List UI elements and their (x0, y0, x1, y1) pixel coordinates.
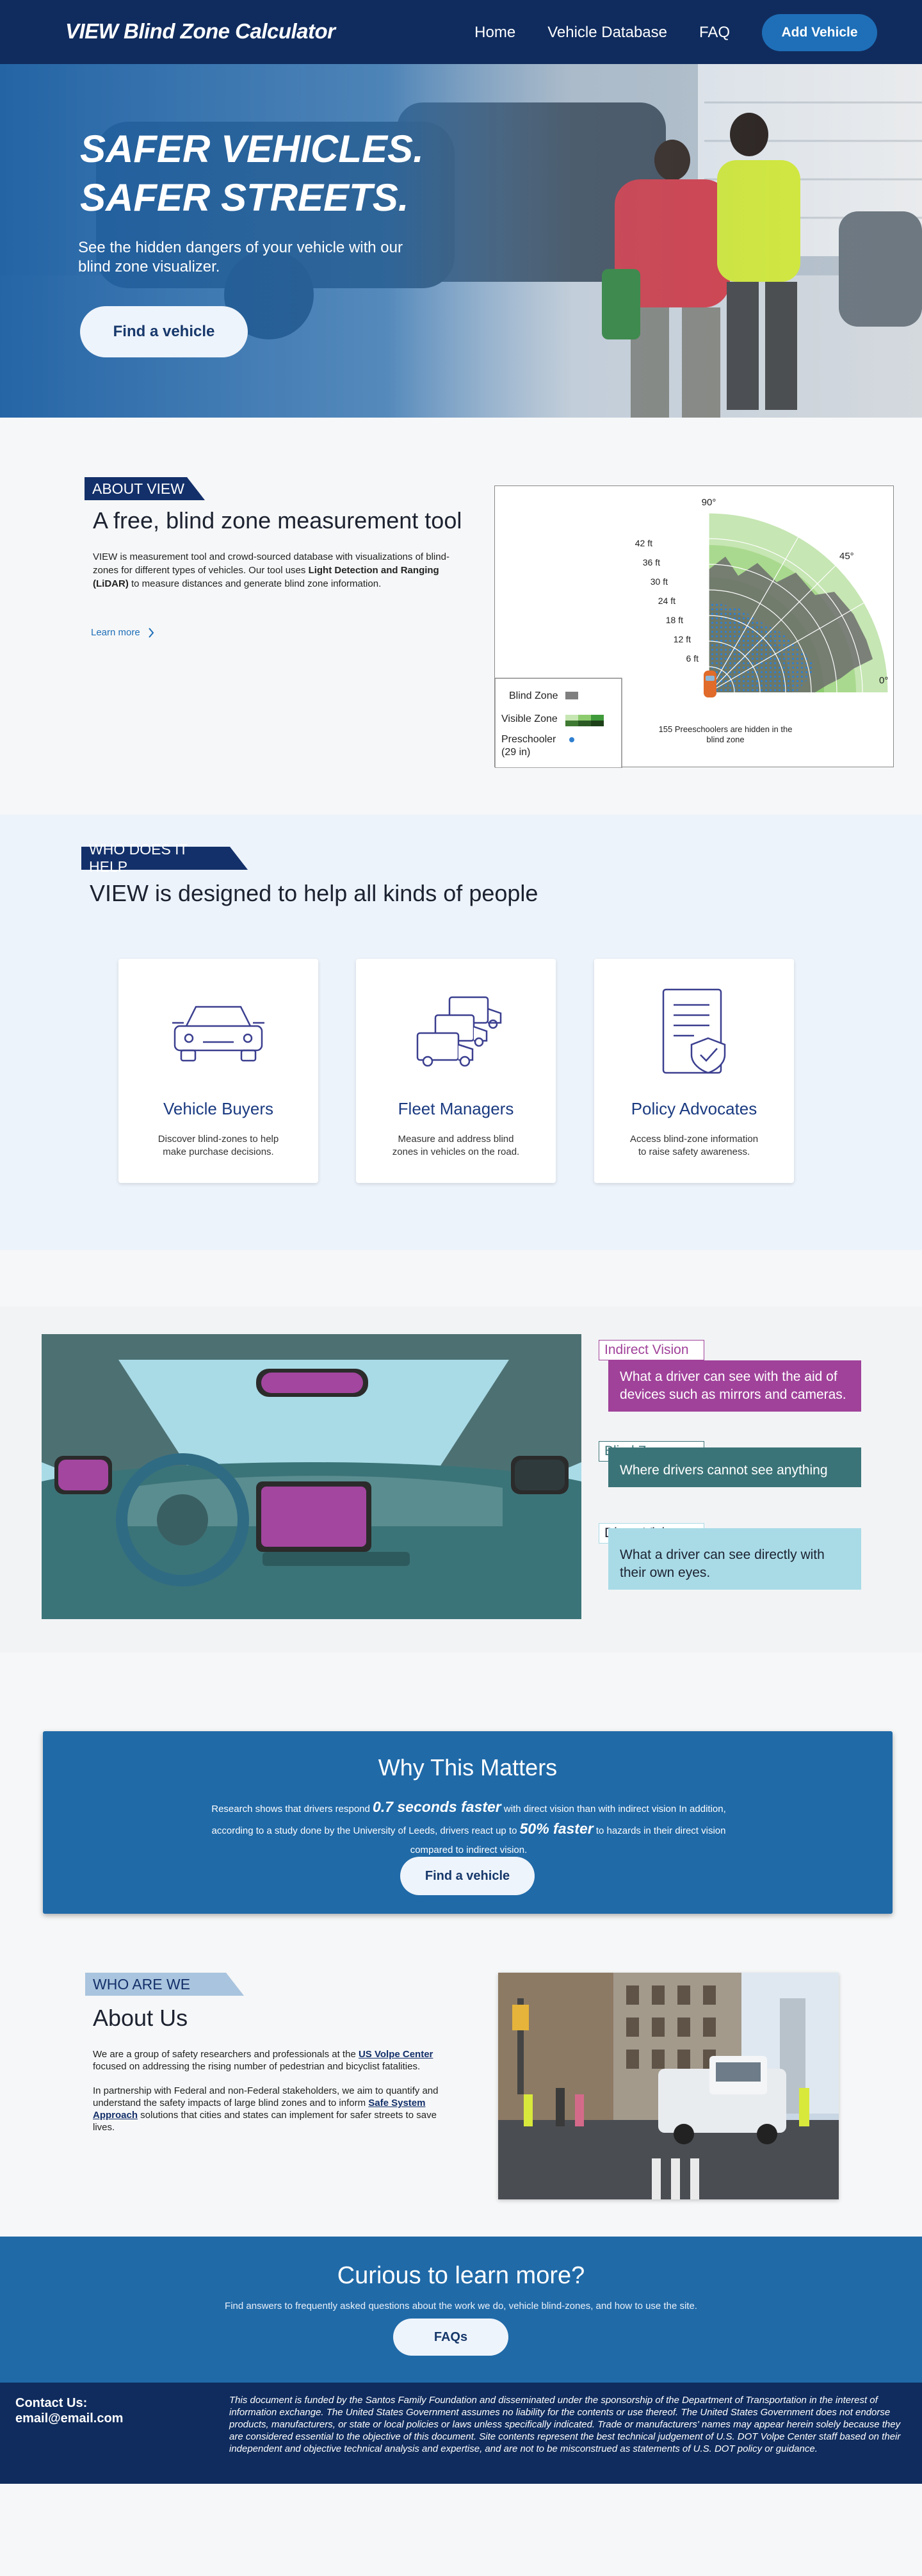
top-nav: VIEW Blind Zone Calculator Home Vehicle … (0, 0, 922, 64)
why-find-vehicle-button[interactable]: Find a vehicle (400, 1857, 535, 1895)
vehicle-marker (704, 671, 716, 697)
direct-vision-desc: What a driver can see directly with thei… (608, 1528, 861, 1590)
svg-text:(29 in): (29 in) (501, 747, 530, 758)
about-section: ABOUT VIEW A free, blind zone measuremen… (0, 418, 922, 815)
legend-visible-zone: Visible Zone (501, 713, 558, 724)
add-vehicle-button[interactable]: Add Vehicle (762, 14, 877, 51)
about-description: VIEW is measurement tool and crowd-sourc… (93, 550, 458, 591)
contact-label: Contact Us: (15, 2396, 88, 2410)
about-us-text: We are a group of safety researchers and… (93, 2048, 458, 2133)
about-us-p1-post: focused on addressing the rising number … (93, 2061, 421, 2072)
about-us-para-2: In partnership with Federal and non-Fede… (93, 2085, 458, 2133)
faqs-button[interactable]: FAQs (393, 2319, 508, 2356)
card-fleet-managers[interactable]: Fleet Managers Measure and address blind… (356, 959, 556, 1183)
blind-zone-diagram: 90° 45° 0° 42 ft 36 ft 30 ft 24 ft 18 ft… (494, 497, 889, 769)
why-emphasis-1: 0.7 seconds faster (373, 1798, 501, 1815)
curious-title: Curious to learn more? (337, 2262, 585, 2289)
about-us-p2-post: solutions that cities and states can imp… (93, 2110, 437, 2133)
why-text-part1: Research shows that drivers respond (211, 1804, 373, 1814)
card-title-fleet-managers: Fleet Managers (398, 1099, 514, 1118)
about-us-para-1: We are a group of safety researchers and… (93, 2048, 458, 2073)
distance-label-24: 24 ft (658, 596, 675, 606)
we-tag: WHO ARE WE (85, 1973, 244, 1996)
vision-section: Indirect Vision What a driver can see wi… (0, 1307, 922, 1652)
contact-email-link[interactable]: email@email.com (15, 2411, 123, 2426)
nav-faq[interactable]: FAQ (699, 24, 730, 42)
why-title: Why This Matters (378, 1754, 558, 1781)
about-us-heading: About Us (93, 2005, 188, 2031)
brand-logo[interactable]: VIEW Blind Zone Calculator (65, 19, 336, 44)
nav-vehicle-database[interactable]: Vehicle Database (547, 24, 667, 42)
hero-title-line2: SAFER STREETS. (80, 176, 409, 219)
distance-label-18: 18 ft (666, 615, 683, 625)
help-heading: VIEW is designed to help all kinds of pe… (90, 880, 538, 906)
footer: Contact Us: email@email.com This documen… (0, 2383, 922, 2484)
blind-zone-desc: Where drivers cannot see anything (608, 1447, 861, 1487)
distance-label-42: 42 ft (635, 538, 652, 548)
blind-zone-chart: 90° 45° 0° 42 ft 36 ft 30 ft 24 ft 18 ft… (494, 485, 894, 769)
about-tag: ABOUT VIEW (85, 477, 205, 500)
about-heading: A free, blind zone measurement tool (93, 507, 462, 534)
learn-more-link[interactable]: Learn more (91, 627, 154, 638)
angle-label-45: 45° (839, 551, 854, 562)
learn-more-label: Learn more (91, 627, 140, 638)
hero: SAFER VEHICLES. SAFER STREETS. See the h… (0, 64, 922, 418)
card-title-vehicle-buyers: Vehicle Buyers (163, 1099, 273, 1118)
card-policy-advocates[interactable]: Policy Advocates Access blind-zone infor… (594, 959, 794, 1183)
find-vehicle-button[interactable]: Find a vehicle (80, 306, 248, 357)
help-tag: WHO DOES IT HELP (81, 841, 248, 875)
curious-section: Curious to learn more? Find answers to f… (0, 2237, 922, 2383)
about-text-post: to measure distances and generate blind … (128, 578, 382, 589)
about-us-p1-pre: We are a group of safety researchers and… (93, 2049, 359, 2060)
volpe-center-link[interactable]: US Volpe Center (359, 2049, 433, 2060)
legend-preschooler: Preschooler (501, 734, 556, 745)
car-interior-illustration (42, 1334, 581, 1619)
footer-disclaimer: This document is funded by the Santos Fa… (229, 2395, 901, 2454)
angle-label-90: 90° (702, 497, 716, 508)
nav-home[interactable]: Home (474, 24, 515, 42)
hero-subtitle: See the hidden dangers of your vehicle w… (78, 239, 403, 275)
distance-label-30: 30 ft (651, 576, 668, 587)
hero-title: SAFER VEHICLES. SAFER STREETS. (80, 125, 424, 222)
footer-contact: Contact Us: email@email.com (15, 2395, 123, 2426)
why-text: Research shows that drivers respond 0.7 … (197, 1797, 741, 1860)
street-photo (498, 1973, 839, 2199)
who-does-it-help-section: WHO DOES IT HELP VIEW is designed to hel… (0, 815, 922, 1250)
why-this-matters-panel: Why This Matters Research shows that dri… (43, 1731, 893, 1914)
curious-subtitle: Find answers to frequently asked questio… (225, 2301, 697, 2311)
card-vehicle-buyers[interactable]: Vehicle Buyers Discover blind-zones to h… (118, 959, 318, 1183)
nav-links: Home Vehicle Database FAQ Add Vehicle (474, 14, 877, 51)
distance-label-6: 6 ft (686, 653, 699, 664)
why-emphasis-2: 50% faster (519, 1820, 594, 1837)
car-icon (172, 1006, 264, 1062)
card-desc-policy-advocates: Access blind-zone information to raise s… (629, 1134, 759, 1157)
angle-label-0: 0° (879, 675, 888, 686)
hero-title-line1: SAFER VEHICLES. (80, 127, 424, 170)
policy-document-icon (662, 988, 726, 1074)
card-desc-fleet-managers: Measure and address blind zones in vehic… (392, 1134, 520, 1157)
distance-label-36: 36 ft (643, 557, 660, 567)
chart-caption-line1: 155 Preeschoolers are hidden in the (659, 724, 793, 734)
card-title-policy-advocates: Policy Advocates (631, 1099, 757, 1118)
chart-caption-line2: blind zone (706, 735, 744, 744)
fleet-trucks-icon (416, 996, 502, 1067)
indirect-vision-label: Indirect Vision (599, 1340, 704, 1360)
distance-label-12: 12 ft (674, 634, 691, 644)
card-desc-vehicle-buyers: Discover blind-zones to help make purcha… (158, 1134, 279, 1157)
indirect-vision-desc: What a driver can see with the aid of de… (608, 1360, 861, 1412)
legend-blind-zone: Blind Zone (509, 690, 558, 701)
chevron-right-icon (148, 627, 154, 638)
